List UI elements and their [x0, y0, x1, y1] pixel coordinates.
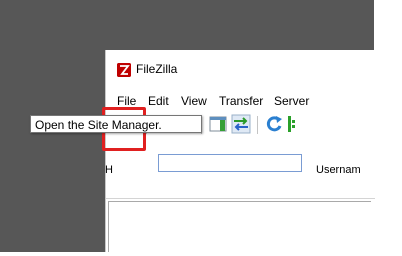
message-log-pane: [106, 198, 375, 253]
transfer-queue-icon: [231, 114, 251, 134]
toggle-transfer-queue-button[interactable]: [231, 114, 251, 134]
process-queue-button[interactable]: [286, 114, 296, 134]
menu-file[interactable]: File: [117, 94, 136, 108]
title-bar: FileZilla: [106, 50, 375, 90]
toolbar-separator: [257, 116, 258, 134]
window-title: FileZilla: [136, 62, 178, 76]
message-log-content[interactable]: [108, 201, 371, 252]
remote-tree-icon: [208, 114, 228, 134]
quickconnect-bar: H Usernam: [105, 150, 375, 180]
refresh-button[interactable]: [264, 114, 284, 134]
menu-bar: File Edit View Transfer Server: [106, 90, 375, 112]
toggle-remote-tree-button[interactable]: [208, 114, 228, 134]
menu-view[interactable]: View: [181, 94, 207, 108]
refresh-icon: [264, 114, 284, 134]
menu-server[interactable]: Server: [274, 94, 309, 108]
host-label: H: [105, 164, 113, 176]
filezilla-logo-icon: [117, 63, 131, 77]
menu-edit[interactable]: Edit: [148, 94, 169, 108]
host-input[interactable]: [158, 154, 302, 172]
menu-transfer[interactable]: Transfer: [219, 94, 263, 108]
process-queue-icon: [286, 114, 296, 134]
username-label: Usernam: [316, 164, 361, 176]
site-manager-tooltip: Open the Site Manager.: [30, 115, 202, 133]
filezilla-window: FileZilla File Edit View Transfer Server: [105, 50, 375, 253]
